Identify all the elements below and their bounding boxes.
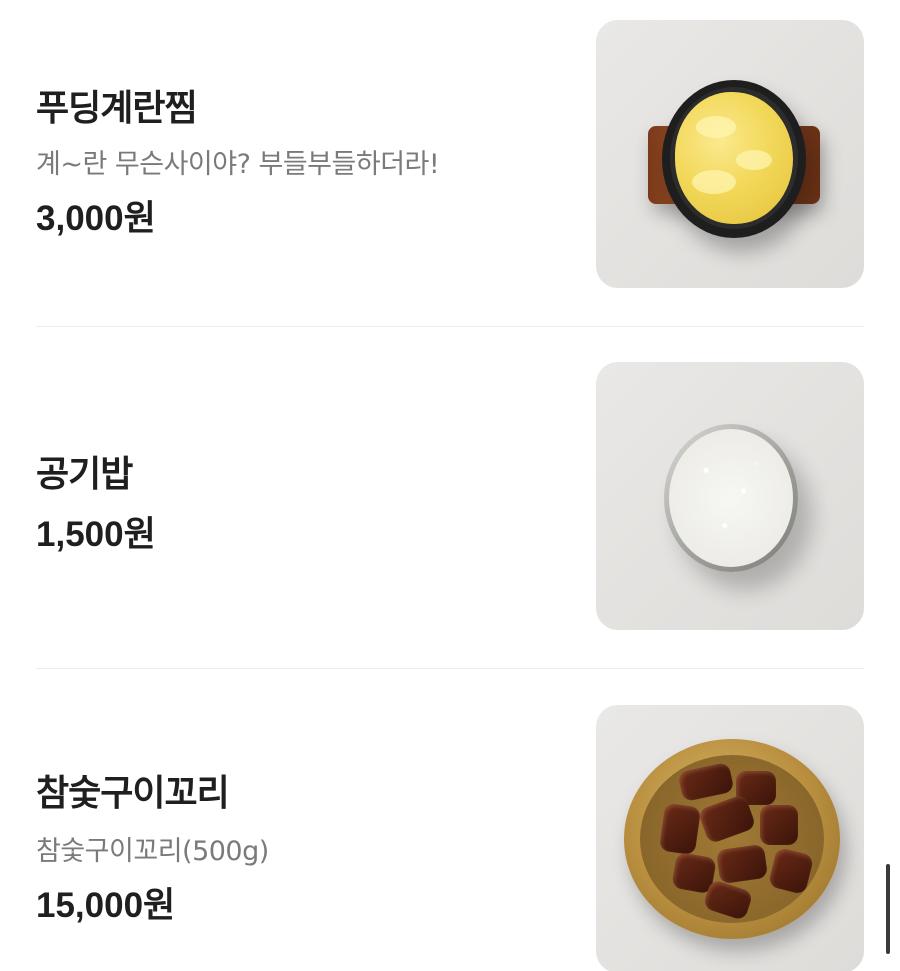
menu-item-steamed-egg[interactable]: 푸딩계란찜 계~란 무슨사이야? 부들부들하더라! 3,000원 <box>36 20 864 290</box>
egg-fold-shape <box>692 170 736 194</box>
steamed-egg-photo[interactable] <box>596 20 864 288</box>
item-divider <box>36 668 864 669</box>
egg-surface-shape <box>675 92 793 224</box>
menu-item-description: 참숯구이꼬리(500g) <box>36 836 269 867</box>
menu-list: 푸딩계란찜 계~란 무슨사이야? 부들부들하더라! 3,000원 공기밥 1,5… <box>0 0 900 971</box>
menu-item-oxtail[interactable]: 참숯구이꼬리 참숯구이꼬리(500g) 15,000원 <box>36 705 864 971</box>
menu-item-text: 참숯구이꼬리 참숯구이꼬리(500g) 15,000원 <box>36 705 576 971</box>
oxtail-piece-shape <box>715 843 769 885</box>
menu-item-name: 참숯구이꼬리 <box>36 773 230 814</box>
menu-item-price: 1,500원 <box>36 515 156 554</box>
menu-item-text: 공기밥 1,500원 <box>36 362 576 632</box>
menu-item-text: 푸딩계란찜 계~란 무슨사이야? 부들부들하더라! 3,000원 <box>36 20 576 290</box>
item-divider <box>36 326 864 327</box>
menu-item-price: 15,000원 <box>36 886 176 925</box>
scrollbar[interactable] <box>886 864 890 954</box>
menu-item-name: 푸딩계란찜 <box>36 88 198 129</box>
rice-shape <box>669 429 793 567</box>
egg-fold-shape <box>696 116 736 138</box>
menu-item-rice[interactable]: 공기밥 1,500원 <box>36 362 864 632</box>
menu-item-price: 3,000원 <box>36 199 156 238</box>
egg-fold-shape <box>736 150 772 170</box>
rice-bowl-photo[interactable] <box>596 362 864 630</box>
oxtail-piece-shape <box>658 802 702 856</box>
menu-item-description: 계~란 무슨사이야? 부들부들하더라! <box>36 149 440 180</box>
oxtail-piece-shape <box>760 805 798 845</box>
menu-item-name: 공기밥 <box>36 454 133 495</box>
grilled-oxtail-photo[interactable] <box>596 705 864 971</box>
